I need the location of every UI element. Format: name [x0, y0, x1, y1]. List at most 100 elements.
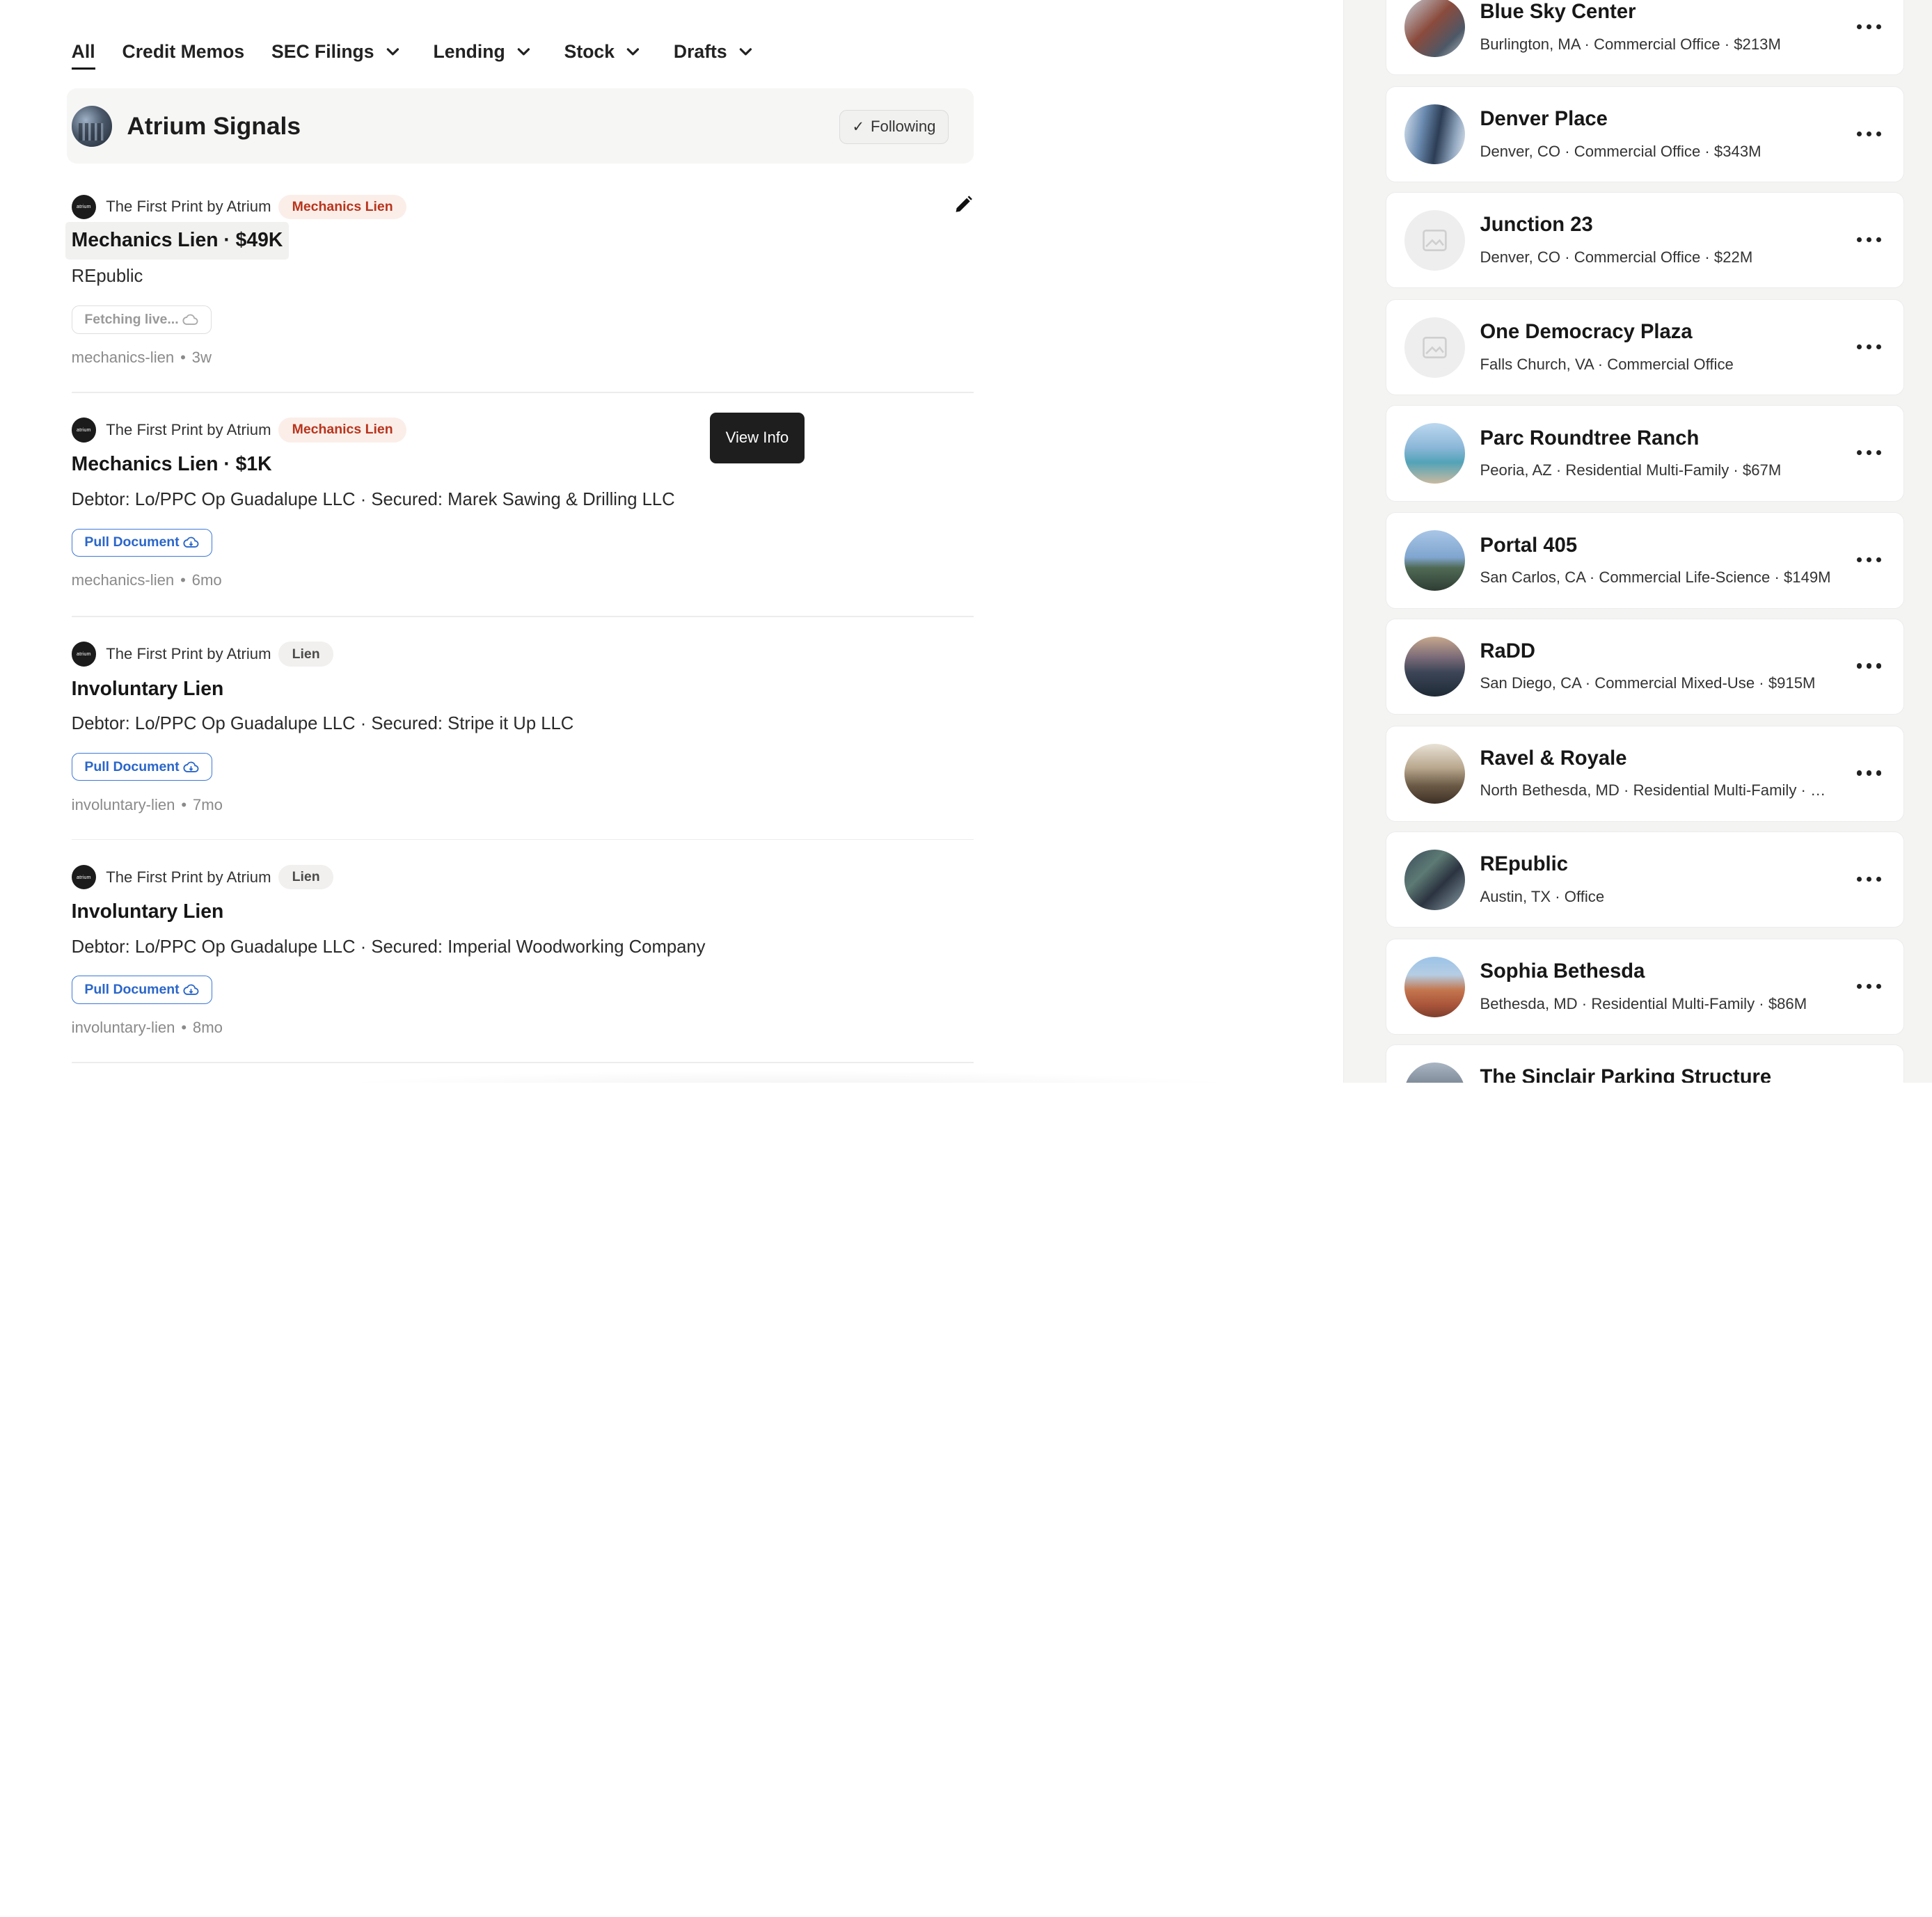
item-slug: involuntary-lien — [71, 795, 175, 813]
property-details: San Carlos, CA · Commercial Life-Science… — [1480, 568, 1831, 587]
property-details: Denver, CO · Commercial Office · $343M — [1480, 142, 1761, 160]
property-card[interactable]: Junction 23 Denver, CO · Commercial Offi… — [1385, 192, 1905, 289]
property-card[interactable]: REpublic Austin, TX · Office — [1385, 832, 1905, 928]
property-name: One Democracy Plaza — [1480, 321, 1693, 344]
scroll-shadow — [308, 1070, 1269, 1083]
feed-item: atrium The First Print by Atrium Mechani… — [71, 417, 974, 589]
more-options-icon[interactable] — [1856, 976, 1882, 996]
pull-document-button[interactable]: Pull Document — [71, 752, 212, 781]
more-options-icon[interactable] — [1856, 763, 1882, 783]
image-placeholder-icon — [1423, 229, 1448, 251]
property-photo — [1404, 743, 1466, 804]
cloud-download-icon — [183, 761, 199, 772]
filter-tabs: All Credit Memos SEC Filings Lending Sto… — [71, 37, 786, 70]
category-badge: Lien — [278, 864, 334, 890]
feed-item-source: atrium The First Print by Atrium Mechani… — [71, 194, 974, 220]
property-card[interactable]: Blue Sky Center Burlington, MA · Commerc… — [1385, 0, 1905, 75]
divider — [71, 391, 974, 393]
tab-label: Stock — [564, 40, 615, 62]
feed-item-title[interactable]: Involuntary Lien — [72, 900, 224, 923]
atrium-logo: atrium — [71, 417, 97, 443]
property-details: Peoria, AZ · Residential Multi-Family · … — [1480, 461, 1782, 479]
category-badge: Lien — [278, 642, 334, 667]
feed-item-description: Debtor: Lo/PPC Op Guadalupe LLC · Secure… — [71, 714, 574, 734]
feed-item: atrium The First Print by Atrium Mechani… — [65, 194, 974, 367]
feed-item-title[interactable]: Mechanics Lien · $1K — [72, 453, 272, 476]
property-card[interactable]: Portal 405 San Carlos, CA · Commercial L… — [1385, 512, 1905, 609]
feed-item-title[interactable]: Involuntary Lien — [72, 678, 224, 701]
pencil-icon[interactable] — [953, 195, 973, 214]
feed-item-source: atrium The First Print by Atrium Lien — [71, 864, 974, 890]
checkmark-icon: ✓ — [852, 118, 865, 135]
pull-document-button[interactable]: Pull Document — [71, 976, 212, 1004]
tab-all[interactable]: All — [71, 41, 95, 70]
feed-item-description: Debtor: Lo/PPC Op Guadalupe LLC · Secure… — [71, 937, 706, 957]
image-placeholder-icon — [1423, 336, 1448, 358]
property-name: Portal 405 — [1480, 534, 1578, 557]
property-photo — [1404, 849, 1466, 910]
following-button[interactable]: ✓ Following — [839, 109, 949, 145]
item-slug: mechanics-lien — [71, 571, 175, 589]
more-options-icon[interactable] — [1856, 124, 1882, 143]
chevron-down-icon — [626, 48, 640, 56]
feed-item-description: Debtor: Lo/PPC Op Guadalupe LLC · Secure… — [71, 489, 675, 509]
property-card[interactable]: One Democracy Plaza Falls Church, VA · C… — [1385, 299, 1905, 396]
tab-label: Lending — [433, 40, 505, 62]
property-details: Burlington, MA · Commercial Office · $21… — [1480, 35, 1781, 53]
property-photo — [1404, 1063, 1466, 1083]
source-name: The First Print by Atrium — [106, 420, 271, 438]
property-name: Junction 23 — [1480, 214, 1593, 237]
property-card[interactable]: Parc Roundtree Ranch Peoria, AZ · Reside… — [1385, 405, 1905, 502]
tab-sec-filings[interactable]: SEC Filings — [271, 41, 401, 63]
source-name: The First Print by Atrium — [106, 645, 271, 663]
property-card[interactable]: RaDD San Diego, CA · Commercial Mixed-Us… — [1385, 618, 1905, 715]
property-name: RaDD — [1480, 639, 1535, 662]
feed-item-meta: mechanics-lien • 6mo — [72, 571, 974, 589]
divider — [71, 616, 974, 617]
property-photo — [1404, 423, 1466, 484]
property-name: REpublic — [1480, 853, 1569, 876]
feed-item-source: atrium The First Print by Atrium Mechani… — [71, 417, 974, 443]
more-options-icon[interactable] — [1856, 337, 1882, 356]
feed-item-description: REpublic — [71, 267, 143, 287]
separator-dot: • — [181, 795, 187, 813]
category-badge: Mechanics Lien — [278, 194, 407, 220]
feed-item-meta: mechanics-lien • 3w — [72, 349, 974, 367]
more-options-icon[interactable] — [1856, 656, 1882, 676]
property-details: Austin, TX · Office — [1480, 887, 1605, 905]
feed-item: atrium The First Print by Atrium Lien In… — [71, 864, 974, 1037]
property-card[interactable]: Denver Place Denver, CO · Commercial Off… — [1385, 86, 1905, 182]
more-options-icon[interactable] — [1856, 17, 1882, 36]
image-placeholder — [1404, 209, 1466, 271]
property-photo — [1404, 956, 1466, 1017]
tab-lending[interactable]: Lending — [433, 41, 532, 63]
fetching-status: Fetching live... — [71, 305, 212, 334]
property-card[interactable]: Ravel & Royale North Bethesda, MD · Resi… — [1385, 725, 1905, 822]
cloud-icon — [182, 314, 198, 325]
more-options-icon[interactable] — [1856, 230, 1882, 249]
tab-label: Drafts — [673, 40, 727, 62]
image-placeholder — [1404, 317, 1466, 378]
pull-document-button[interactable]: Pull Document — [71, 528, 212, 557]
tab-credit-memos[interactable]: Credit Memos — [122, 41, 245, 63]
item-slug: mechanics-lien — [71, 348, 175, 366]
property-card[interactable]: Sophia Bethesda Bethesda, MD · Residenti… — [1385, 939, 1905, 1035]
property-photo — [1404, 0, 1466, 58]
property-photo — [1404, 530, 1466, 591]
tab-stock[interactable]: Stock — [564, 41, 642, 63]
view-info-tooltip: View Info — [709, 413, 805, 463]
cloud-download-icon — [183, 984, 199, 995]
atrium-logo: atrium — [71, 194, 97, 220]
pull-document-label: Pull Document — [84, 758, 180, 774]
more-options-icon[interactable] — [1856, 869, 1882, 889]
divider — [71, 838, 974, 841]
feed-item-title[interactable]: Mechanics Lien · $49K — [65, 221, 290, 260]
following-label: Following — [871, 118, 936, 136]
tab-drafts[interactable]: Drafts — [674, 41, 754, 63]
more-options-icon[interactable] — [1856, 443, 1882, 463]
separator-dot: • — [180, 348, 186, 366]
property-name: The Sinclair Parking Structure — [1480, 1066, 1772, 1083]
property-card[interactable]: The Sinclair Parking Structure — [1385, 1044, 1905, 1083]
divider — [71, 1062, 974, 1063]
more-options-icon[interactable] — [1856, 550, 1882, 570]
